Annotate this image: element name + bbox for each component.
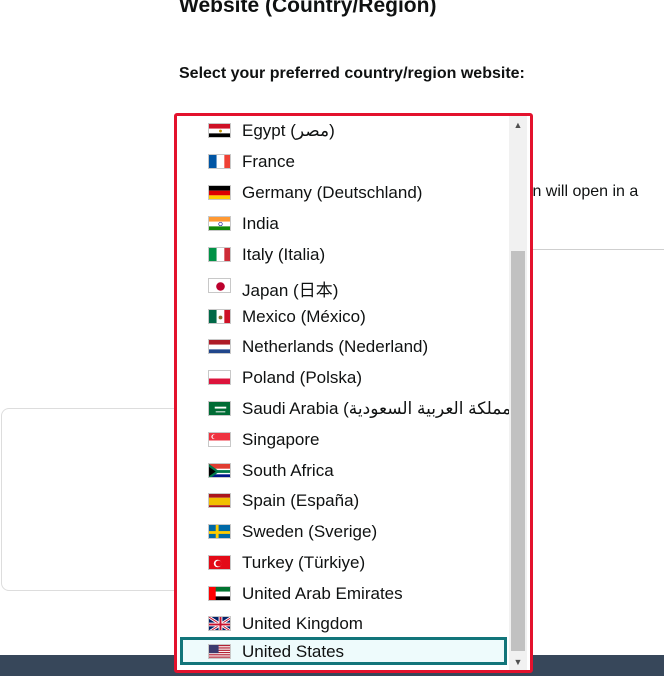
country-option-sg[interactable]: Singapore [180, 425, 507, 453]
country-option-tr[interactable]: Turkey (Türkiye) [180, 548, 507, 576]
country-option-label: France [242, 152, 295, 171]
country-option-eg[interactable]: Egypt (مصر) [180, 116, 507, 144]
flag-in-icon [208, 216, 231, 231]
country-option-label: Spain (España) [242, 491, 360, 510]
flag-tr-icon [208, 555, 231, 570]
country-option-label: United States [242, 642, 345, 661]
country-option-it[interactable]: Italy (Italia) [180, 240, 507, 268]
country-option-label: Saudi Arabia (المملكة العربية السعودية) [242, 399, 528, 418]
flag-mx-icon [208, 309, 231, 324]
country-option-label: Germany (Deutschland) [242, 183, 423, 202]
flag-sa-icon [208, 401, 231, 416]
scrollbar-thumb[interactable] [511, 251, 525, 651]
country-option-ae[interactable]: United Arab Emirates [180, 579, 507, 607]
scroll-down-arrow-icon[interactable]: ▼ [509, 654, 527, 670]
country-option-de[interactable]: Germany (Deutschland) [180, 178, 507, 206]
country-option-se[interactable]: Sweden (Sverige) [180, 517, 507, 545]
country-dropdown-list[interactable]: Egypt (مصر) France Germany (Deutschland) In… [174, 113, 533, 673]
flag-de-icon [208, 185, 231, 200]
country-option-label: Netherlands (Nederland) [242, 337, 429, 356]
country-option-fr[interactable]: France [180, 147, 507, 175]
divider [530, 249, 664, 250]
flag-nl-icon [208, 339, 231, 354]
flag-eg-icon [208, 123, 231, 138]
country-option-label: Turkey (Türkiye) [242, 553, 366, 572]
flag-gb-icon [208, 616, 231, 631]
scrollbar[interactable]: ▲ ▼ [509, 116, 527, 670]
country-option-jp[interactable]: Japan (日本) [180, 271, 507, 300]
flag-ae-icon [208, 586, 231, 601]
flag-es-icon [208, 493, 231, 508]
flag-it-icon [208, 247, 231, 262]
country-option-label: Singapore [242, 430, 320, 449]
country-option-in[interactable]: India [180, 209, 507, 237]
country-option-label: United Kingdom [242, 614, 363, 633]
country-option-label: United Arab Emirates [242, 584, 403, 603]
country-option-label: Sweden (Sverige) [242, 522, 378, 541]
country-option-label: India [242, 214, 279, 233]
country-option-label: Italy (Italia) [242, 245, 326, 264]
flag-se-icon [208, 524, 231, 539]
flag-fr-icon [208, 154, 231, 169]
scroll-up-arrow-icon[interactable]: ▲ [509, 117, 527, 133]
country-option-pl[interactable]: Poland (Polska) [180, 363, 507, 391]
country-select-label: Select your preferred country/region web… [179, 65, 525, 82]
country-option-sa[interactable]: Saudi Arabia (المملكة العربية السعودية) [180, 394, 528, 422]
background-note-text: ion will open in a [520, 183, 639, 200]
country-option-label: Mexico (México) [242, 307, 366, 326]
country-option-gb[interactable]: United Kingdom [180, 609, 507, 637]
flag-sg-icon [208, 432, 231, 447]
country-option-es[interactable]: Spain (España) [180, 486, 507, 514]
flag-us-icon [208, 644, 231, 659]
country-option-us[interactable]: United States [180, 637, 507, 665]
flag-pl-icon [208, 370, 231, 385]
page-title: Website (Country/Region) [179, 0, 437, 17]
country-option-za[interactable]: South Africa [180, 456, 507, 484]
country-option-label: South Africa [242, 461, 334, 480]
country-option-mx[interactable]: Mexico (México) [180, 302, 507, 330]
country-option-label: Egypt (مصر) [242, 121, 335, 140]
country-option-label: Poland (Polska) [242, 368, 363, 387]
country-option-label: Japan (日本) [242, 281, 339, 300]
flag-jp-icon [208, 278, 231, 293]
flag-za-icon [208, 463, 231, 478]
country-option-nl[interactable]: Netherlands (Nederland) [180, 332, 507, 360]
